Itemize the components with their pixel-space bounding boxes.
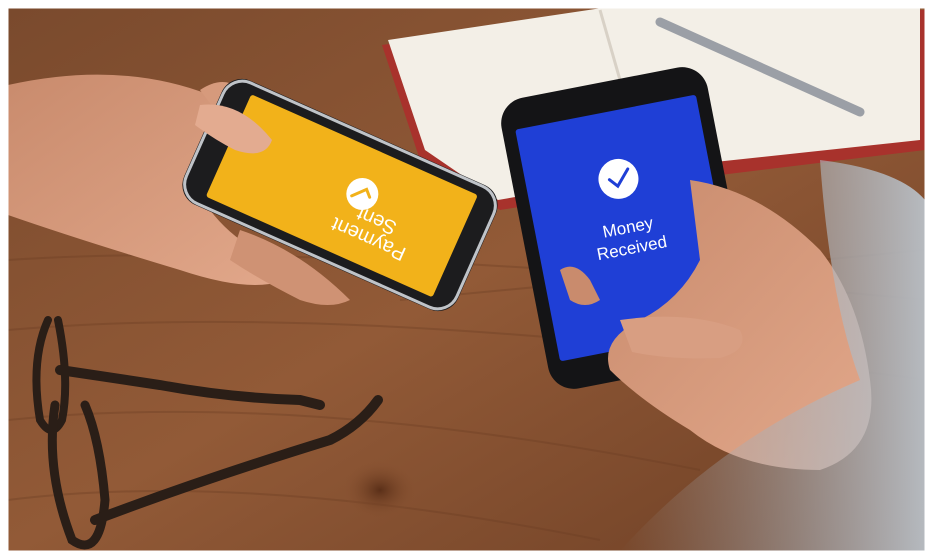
photo-scene: Payment Sent Money Received — [0, 0, 933, 559]
wood-knot — [342, 460, 418, 520]
